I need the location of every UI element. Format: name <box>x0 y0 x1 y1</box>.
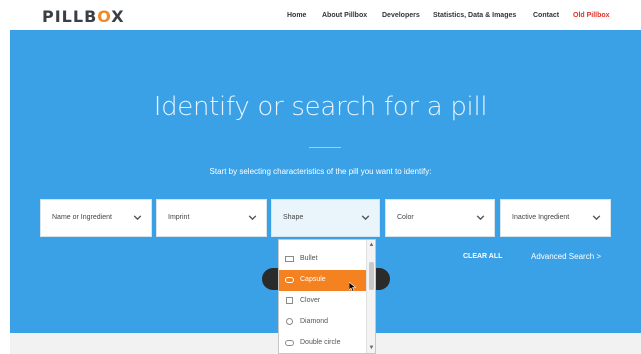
clover-icon <box>286 297 293 304</box>
mouse-cursor-icon <box>349 282 357 292</box>
chevron-down-icon <box>476 215 485 221</box>
select-label: Color <box>397 214 414 221</box>
hero-subtitle: Start by selecting characteristics of th… <box>209 167 432 176</box>
advanced-search-link[interactable]: Advanced Search > <box>531 252 601 261</box>
shape-option-diamond[interactable]: Diamond <box>279 312 367 333</box>
shape-option-clover[interactable]: Clover <box>279 291 367 312</box>
nav-contact-link[interactable]: Contact <box>533 12 559 19</box>
page-headline: Identify or search for a pill <box>153 92 488 122</box>
chevron-down-icon <box>248 215 257 221</box>
clear-all-button[interactable]: CLEAR ALL <box>463 253 502 260</box>
color-select[interactable]: Color <box>385 199 495 237</box>
top-bar: PILLBOX Home About Pillbox Developers St… <box>0 0 641 30</box>
select-label: Name or Ingredient <box>52 214 112 221</box>
shape-option-bullet[interactable]: Bullet <box>279 249 367 270</box>
name-ingredient-select[interactable]: Name or Ingredient <box>40 199 152 237</box>
scroll-down-icon[interactable]: ▼ <box>367 344 375 352</box>
capsule-icon <box>285 277 294 283</box>
bullet-icon <box>285 256 294 262</box>
option-label: Capsule <box>300 276 326 283</box>
select-label: Imprint <box>168 214 190 221</box>
shape-select[interactable]: Shape <box>271 199 380 237</box>
shape-dropdown-list: Bullet Capsule Clover Diamond Double cir… <box>278 239 376 354</box>
chevron-down-icon <box>592 215 601 221</box>
nav-statistics-link[interactable]: Statistics, Data & Images <box>433 12 516 19</box>
select-label: Inactive Ingredient <box>512 214 570 221</box>
select-label: Shape <box>283 214 304 221</box>
inactive-ingredient-select[interactable]: Inactive Ingredient <box>500 199 611 237</box>
nav-home-link[interactable]: Home <box>287 12 306 19</box>
chevron-down-icon <box>361 215 370 221</box>
option-label: Bullet <box>300 255 318 262</box>
dropdown-scrollbar[interactable]: ▲ ▼ <box>366 240 375 353</box>
option-label: Double circle <box>300 339 341 346</box>
diamond-icon <box>286 318 293 325</box>
option-label: Diamond <box>300 318 329 325</box>
shape-option-double-circle[interactable]: Double circle <box>279 333 367 353</box>
scrollbar-thumb[interactable] <box>369 262 374 290</box>
headline-divider <box>309 147 341 148</box>
main-nav: Home About Pillbox Developers Statistics… <box>0 12 641 24</box>
option-label: Clover <box>300 297 321 304</box>
scroll-up-icon[interactable]: ▲ <box>367 241 375 249</box>
nav-developers-link[interactable]: Developers <box>382 12 420 19</box>
nav-about-link[interactable]: About Pillbox <box>322 12 367 19</box>
imprint-select[interactable]: Imprint <box>156 199 267 237</box>
nav-old-pillbox-link[interactable]: Old Pillbox <box>573 12 610 19</box>
chevron-down-icon <box>133 215 142 221</box>
double-circle-icon <box>285 340 294 346</box>
